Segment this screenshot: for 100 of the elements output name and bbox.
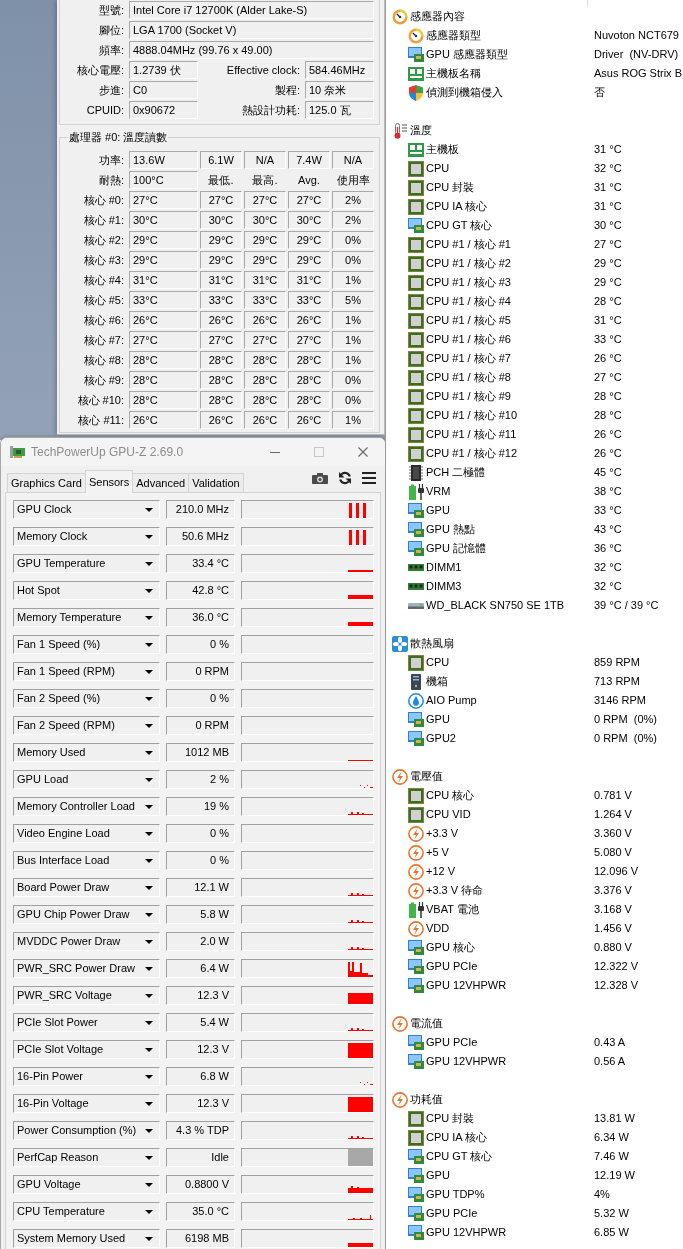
sensor-label: CPU #1 / 核心 #8 [426,370,512,386]
sensor-reading: 26 °C [594,351,622,367]
value-field: 29°C [244,231,286,249]
value-field: LGA 1700 (Socket V) [129,21,374,39]
sensor-dropdown[interactable]: System Memory Used [13,1229,160,1248]
sensor-label: CPU #1 / 核心 #2 [426,256,512,272]
value-field: 584.46MHz [305,61,374,79]
sensor-dropdown[interactable]: Memory Used [13,743,160,762]
value-field: 33°C [288,291,330,309]
sensor-label: CPU [426,655,451,671]
sensor-dropdown[interactable]: PWR_SRC Power Draw [13,959,160,978]
sensor-dropdown[interactable]: CPU Temperature [13,1202,160,1221]
caret-icon [145,1182,153,1187]
field-label: 核心 #7: [82,333,124,348]
sensor-dropdown[interactable]: GPU Voltage [13,1175,160,1194]
sensor-value: 0 % [166,824,235,843]
sensor-value: 4.3 % TDP [166,1121,235,1140]
sensor-dropdown[interactable]: GPU Clock [13,500,160,519]
lightning-icon [392,768,408,785]
sensor-reading: 0 RPM (0%) [594,712,657,728]
sensor-dropdown[interactable]: Fan 1 Speed (%) [13,635,160,654]
sensor-dropdown[interactable]: Fan 2 Speed (RPM) [13,716,160,735]
sensor-reading: 28 °C [594,408,622,424]
lightning-icon [392,1015,408,1032]
sensor-dropdown[interactable]: Bus Interface Load [13,851,160,870]
field-label: 熱設計功耗: [240,103,300,118]
caret-icon [145,588,153,593]
sensor-dropdown[interactable]: GPU Chip Power Draw [13,905,160,924]
sensor-dropdown[interactable]: 16-Pin Power [13,1067,160,1086]
sensor-dropdown[interactable]: Hot Spot [13,581,160,600]
sensor-dropdown[interactable]: Fan 2 Speed (%) [13,689,160,708]
value-field: 0% [332,391,374,409]
motherboard-icon [408,66,424,81]
sensor-dropdown[interactable]: GPU Load [13,770,160,789]
sensor-label: +3.3 V [426,826,460,842]
monitor-card-icon [408,1206,424,1221]
value-field: 28°C [244,391,286,409]
sensor-dropdown[interactable]: PCIe Slot Voltage [13,1040,160,1059]
tab[interactable]: Sensors [84,470,134,493]
caret-icon [145,1209,153,1214]
value-field: 33°C [129,291,198,309]
fan-icon [392,635,408,652]
sensor-reading: 26 °C [594,446,622,462]
value-field: 28°C [288,351,330,369]
sensor-value: 36.0 °C [166,608,235,627]
sensor-dropdown[interactable]: PerfCap Reason [13,1148,160,1167]
sensor-dropdown[interactable]: Memory Clock [13,527,160,546]
sparkline [348,595,373,599]
menu-icon[interactable] [362,472,376,484]
sensor-reading: 5.32 W [594,1206,629,1222]
sensor-dropdown[interactable]: Board Power Draw [13,878,160,897]
column-heading: 使用率 [335,173,371,188]
sensor-dropdown[interactable]: PCIe Slot Power [13,1013,160,1032]
camera-icon[interactable] [312,472,328,484]
field-label: 核心 #6: [82,313,124,328]
section-title: 電壓值 [410,769,443,785]
sensor-reading: 12.19 W [594,1168,635,1184]
tab[interactable]: Validation [188,473,244,492]
monitor-card-icon [408,541,424,556]
sensor-dropdown[interactable]: 16-Pin Voltage [13,1094,160,1113]
value-field: 13.6W [129,151,198,169]
lightning-icon [408,863,424,880]
field-label: CPUID: [85,103,124,118]
refresh-icon[interactable] [338,471,352,485]
value-field: 28°C [200,371,242,389]
sensor-dropdown[interactable]: Fan 1 Speed (RPM) [13,662,160,681]
sensor-label: CPU #1 / 核心 #4 [426,294,512,310]
sensor-dropdown[interactable]: PWR_SRC Voltage [13,986,160,1005]
sensor-dropdown[interactable]: MVDDC Power Draw [13,932,160,951]
sensor-dropdown[interactable]: Video Engine Load [13,824,160,843]
sensor-dropdown[interactable]: Memory Controller Load [13,797,160,816]
lightning-icon [408,844,424,861]
sensor-value: 6.8 W [166,1067,235,1086]
sparkline [348,962,373,977]
sensor-label: GPU 熱點 [426,522,476,538]
sensor-reading: 38 °C [594,484,622,500]
sensor-value: 35.0 °C [166,1202,235,1221]
value-field: 29°C [244,251,286,269]
sensor-value: 5.4 W [166,1013,235,1032]
value-field: 29°C [129,231,198,249]
sensor-value: 12.1 W [166,878,235,897]
value-field: 27°C [244,331,286,349]
tab[interactable]: Advanced [132,473,190,492]
value-field: 28°C [244,351,286,369]
sensor-value: 6198 MB [166,1229,235,1248]
battery-plug-icon [408,483,424,500]
caret-icon [145,966,153,971]
sensor-reading: Asus ROG Strix B [594,66,683,82]
maximize-icon [314,447,324,457]
sensor-dropdown[interactable]: GPU Temperature [13,554,160,573]
caret-icon [145,1236,153,1241]
value-field: 29°C [129,251,198,269]
sensor-dropdown[interactable]: Power Consumption (%) [13,1121,160,1140]
sensor-reading: 27 °C [594,237,622,253]
tab[interactable]: Graphics Card [7,473,86,492]
sensor-reading: 33 °C [594,503,622,519]
sensor-label: GPU 核心 [426,940,476,956]
caret-icon [145,642,153,647]
sensor-reading: 32 °C [594,560,622,576]
sensor-dropdown[interactable]: Memory Temperature [13,608,160,627]
